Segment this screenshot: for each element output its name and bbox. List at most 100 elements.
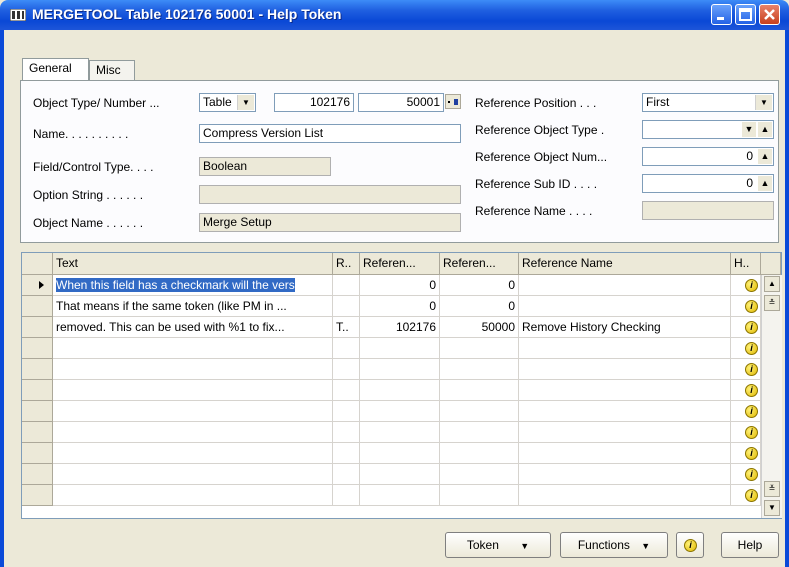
- column-header-r[interactable]: R..: [333, 253, 360, 275]
- ref-sub-id-field[interactable]: 0 ▲: [642, 174, 774, 193]
- grid-cell-text[interactable]: [53, 443, 333, 464]
- column-header-ref2[interactable]: Referen...: [440, 253, 519, 275]
- grid-cell-help[interactable]: i: [731, 485, 761, 506]
- grid-cell-ref2[interactable]: [440, 485, 519, 506]
- minimize-button[interactable]: [711, 4, 732, 25]
- info-icon[interactable]: i: [745, 384, 758, 397]
- grid-cell-ref1[interactable]: 0: [360, 296, 440, 317]
- object-type-select[interactable]: Table ▼: [199, 93, 256, 112]
- row-selector[interactable]: [22, 464, 53, 485]
- grid-cell-refname[interactable]: [519, 275, 731, 296]
- row-selector[interactable]: [22, 380, 53, 401]
- info-icon[interactable]: i: [745, 405, 758, 418]
- token-button[interactable]: Token ▼: [445, 532, 551, 558]
- grid-cell-r[interactable]: [333, 338, 360, 359]
- maximize-button[interactable]: [735, 4, 756, 25]
- grid-cell-r[interactable]: [333, 401, 360, 422]
- grid-cell-ref2[interactable]: [440, 401, 519, 422]
- grid-cell-refname[interactable]: [519, 401, 731, 422]
- grid-cell-refname[interactable]: [519, 338, 731, 359]
- grid-cell-r[interactable]: [333, 443, 360, 464]
- grid-cell-ref1[interactable]: [360, 485, 440, 506]
- grid-cell-ref1[interactable]: [360, 338, 440, 359]
- info-icon[interactable]: i: [745, 279, 758, 292]
- grid-cell-ref2[interactable]: 0: [440, 275, 519, 296]
- grid-cell-refname[interactable]: [519, 464, 731, 485]
- grid-cell-r[interactable]: [333, 359, 360, 380]
- grid-cell-ref1[interactable]: 102176: [360, 317, 440, 338]
- grid-cell-help[interactable]: i: [731, 380, 761, 401]
- grid-cell-r[interactable]: T..: [333, 317, 360, 338]
- info-button[interactable]: i: [676, 532, 704, 558]
- row-selector[interactable]: [22, 296, 53, 317]
- grid-cell-ref1[interactable]: [360, 422, 440, 443]
- grid-cell-ref2[interactable]: [440, 443, 519, 464]
- grid-cell-r[interactable]: [333, 422, 360, 443]
- grid-cell-ref2[interactable]: [440, 380, 519, 401]
- info-icon[interactable]: i: [745, 426, 758, 439]
- grid-cell-ref1[interactable]: [360, 359, 440, 380]
- column-header-text[interactable]: Text: [53, 253, 333, 275]
- grid-cell-r[interactable]: [333, 275, 360, 296]
- object-number-field[interactable]: 102176: [274, 93, 354, 112]
- tab-misc[interactable]: Misc: [89, 60, 135, 80]
- page-down-button[interactable]: ≚: [764, 481, 780, 497]
- grid-cell-text[interactable]: When this field has a checkmark will the…: [53, 275, 333, 296]
- grid-cell-r[interactable]: [333, 296, 360, 317]
- grid-cell-text[interactable]: [53, 422, 333, 443]
- assist-edit-button[interactable]: [445, 94, 461, 109]
- chevron-down-icon[interactable]: ▼: [755, 95, 772, 110]
- grid-cell-text[interactable]: That means if the same token (like PM in…: [53, 296, 333, 317]
- help-button[interactable]: Help: [721, 532, 779, 558]
- grid-cell-ref2[interactable]: [440, 464, 519, 485]
- grid-cell-text[interactable]: [53, 485, 333, 506]
- grid-cell-ref1[interactable]: [360, 464, 440, 485]
- row-selector[interactable]: [22, 338, 53, 359]
- ref-object-num-field[interactable]: 0 ▲: [642, 147, 774, 166]
- grid-cell-ref2[interactable]: [440, 338, 519, 359]
- row-selector[interactable]: [22, 422, 53, 443]
- title-bar[interactable]: MERGETOOL Table 102176 50001 - Help Toke…: [0, 0, 789, 30]
- column-header-h[interactable]: H..: [731, 253, 761, 275]
- grid-cell-refname[interactable]: [519, 485, 731, 506]
- grid-cell-text[interactable]: [53, 359, 333, 380]
- grid-cell-r[interactable]: [333, 380, 360, 401]
- grid-cell-help[interactable]: i: [731, 296, 761, 317]
- grid-cell-help[interactable]: i: [731, 317, 761, 338]
- row-selector[interactable]: [22, 485, 53, 506]
- grid-cell-help[interactable]: i: [731, 338, 761, 359]
- grid-cell-refname[interactable]: [519, 443, 731, 464]
- grid-cell-ref1[interactable]: [360, 443, 440, 464]
- grid-cell-help[interactable]: i: [731, 401, 761, 422]
- tab-general[interactable]: General: [22, 58, 89, 80]
- grid-cell-text[interactable]: [53, 380, 333, 401]
- ref-object-type-select[interactable]: ▼ ▲: [642, 120, 774, 139]
- grid-cell-ref1[interactable]: 0: [360, 275, 440, 296]
- grid-cell-text[interactable]: [53, 338, 333, 359]
- column-header-ref-name[interactable]: Reference Name: [519, 253, 731, 275]
- row-selector[interactable]: [22, 401, 53, 422]
- grid-cell-refname[interactable]: Remove History Checking: [519, 317, 731, 338]
- info-icon[interactable]: i: [745, 363, 758, 376]
- info-icon[interactable]: i: [745, 468, 758, 481]
- info-icon[interactable]: i: [745, 489, 758, 502]
- object-sub-field[interactable]: 50001: [358, 93, 444, 112]
- name-field[interactable]: Compress Version List: [199, 124, 461, 143]
- grid-cell-help[interactable]: i: [731, 464, 761, 485]
- grid-cell-ref2[interactable]: [440, 422, 519, 443]
- info-icon[interactable]: i: [745, 447, 758, 460]
- scroll-down-button[interactable]: ▼: [764, 500, 780, 516]
- grid-cell-refname[interactable]: [519, 359, 731, 380]
- functions-button[interactable]: Functions ▼: [560, 532, 668, 558]
- grid-cell-refname[interactable]: [519, 380, 731, 401]
- arrow-up-icon[interactable]: ▲: [758, 122, 772, 137]
- grid-cell-r[interactable]: [333, 485, 360, 506]
- info-icon[interactable]: i: [745, 300, 758, 313]
- grid-cell-refname[interactable]: [519, 422, 731, 443]
- row-selector[interactable]: [22, 317, 53, 338]
- grid-cell-text[interactable]: [53, 401, 333, 422]
- grid-cell-help[interactable]: i: [731, 422, 761, 443]
- grid-cell-refname[interactable]: [519, 296, 731, 317]
- vertical-scrollbar[interactable]: ▲ ≛ ≚ ▼: [761, 275, 782, 518]
- info-icon[interactable]: i: [745, 321, 758, 334]
